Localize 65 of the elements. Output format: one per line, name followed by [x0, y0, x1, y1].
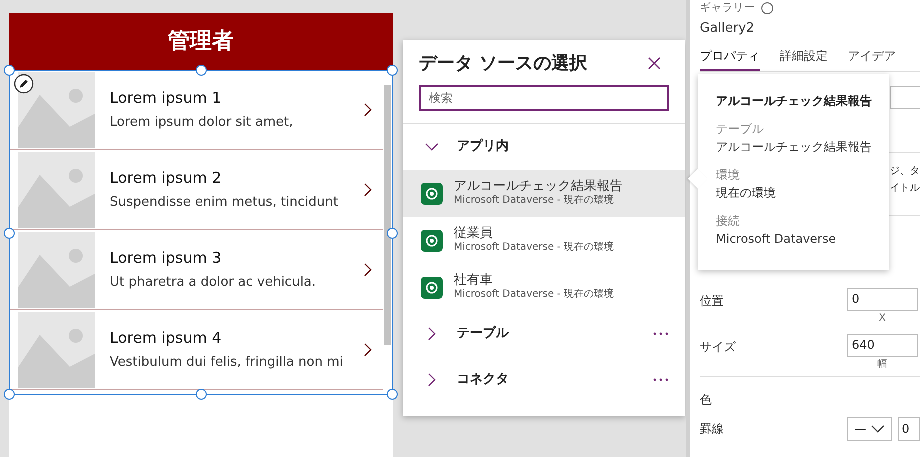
data-source-item[interactable]: 社有車 Microsoft Dataverse - 現在の環境: [403, 264, 685, 311]
item-subtitle: Vestibulum dui felis, fringilla non mi: [110, 354, 344, 372]
tab[interactable]: アイデア: [848, 46, 896, 70]
item-detail: Microsoft Dataverse - 現在の環境: [454, 289, 614, 302]
data-source-item[interactable]: 従業員 Microsoft Dataverse - 現在の環境: [403, 217, 685, 264]
image-placeholder-icon: [18, 232, 95, 308]
x-field[interactable]: 0: [847, 288, 918, 310]
item-detail: Microsoft Dataverse - 現在の環境: [454, 242, 614, 255]
control-name: Gallery2: [700, 20, 756, 38]
partial-text: イトル: [890, 182, 920, 196]
more-icon[interactable]: [653, 332, 669, 336]
image-placeholder-icon: [18, 152, 95, 228]
panel-title: データ ソースの選択: [419, 52, 588, 76]
resize-handle[interactable]: [4, 65, 15, 76]
header-title: 管理者: [168, 28, 234, 56]
callout-label: 接続: [716, 213, 741, 230]
item-name: アルコールチェック結果報告: [454, 179, 623, 194]
tab[interactable]: 詳細設定: [780, 46, 828, 70]
item-name: 社有車: [454, 273, 494, 289]
more-icon[interactable]: [653, 378, 669, 382]
section-header[interactable]: テーブル: [403, 311, 685, 357]
callout-label: 環境: [716, 167, 741, 184]
field-label: 罫線: [700, 420, 724, 438]
item-title: Lorem ipsum 2: [110, 168, 223, 188]
search-field[interactable]: 検索: [419, 85, 669, 111]
item-subtitle: Suspendisse enim metus, tincidunt: [110, 194, 340, 212]
section-label: ギャラリー: [700, 0, 755, 16]
callout-value: 現在の環境: [716, 185, 777, 202]
field-label: サイズ: [700, 338, 736, 356]
field-label: 色: [700, 392, 713, 408]
item-subtitle: Ut pharetra a dolor ac vehicula.: [110, 274, 318, 292]
resize-handle[interactable]: [4, 228, 15, 239]
item-title: Lorem ipsum 4: [110, 328, 223, 348]
field-caption: 幅: [878, 358, 888, 372]
partial-text: ジ、タ: [890, 164, 920, 178]
item-title: Lorem ipsum 1: [110, 88, 223, 108]
text-field[interactable]: [890, 86, 920, 108]
image-placeholder-icon: [18, 312, 95, 388]
item-detail: Microsoft Dataverse - 現在の環境: [454, 195, 616, 208]
database-icon: [421, 230, 443, 252]
border-width-field[interactable]: 0: [898, 416, 920, 440]
database-icon: [421, 182, 443, 204]
border-style-dropdown[interactable]: —: [847, 416, 892, 440]
resize-handle[interactable]: [387, 228, 398, 239]
callout-value: Microsoft Dataverse: [716, 231, 838, 248]
item-subtitle: Lorem ipsum dolor sit amet,: [110, 114, 294, 132]
callout-heading: アルコールチェック結果報告: [716, 93, 873, 110]
image-placeholder-icon: [18, 72, 95, 148]
database-icon: [421, 276, 443, 298]
field-caption: X: [879, 312, 886, 326]
section-header[interactable]: コネクタ: [403, 357, 685, 403]
item-name: 従業員: [454, 226, 494, 242]
callout-value: アルコールチェック結果報告: [716, 139, 873, 156]
section-header[interactable]: アプリ内: [403, 124, 685, 170]
tab[interactable]: プロパティ: [700, 46, 760, 70]
callout-label: テーブル: [716, 121, 765, 138]
data-source-item[interactable]: アルコールチェック結果報告 Microsoft Dataverse - 現在の環境: [403, 170, 685, 217]
width-field[interactable]: 640: [847, 334, 918, 356]
resize-handle[interactable]: [4, 389, 15, 400]
field-label: 位置: [700, 292, 724, 310]
item-title: Lorem ipsum 3: [110, 248, 223, 268]
resize-handle[interactable]: [387, 389, 398, 400]
pencil-icon[interactable]: [14, 74, 34, 94]
close-icon[interactable]: [648, 57, 661, 70]
resize-handle[interactable]: [387, 65, 398, 76]
